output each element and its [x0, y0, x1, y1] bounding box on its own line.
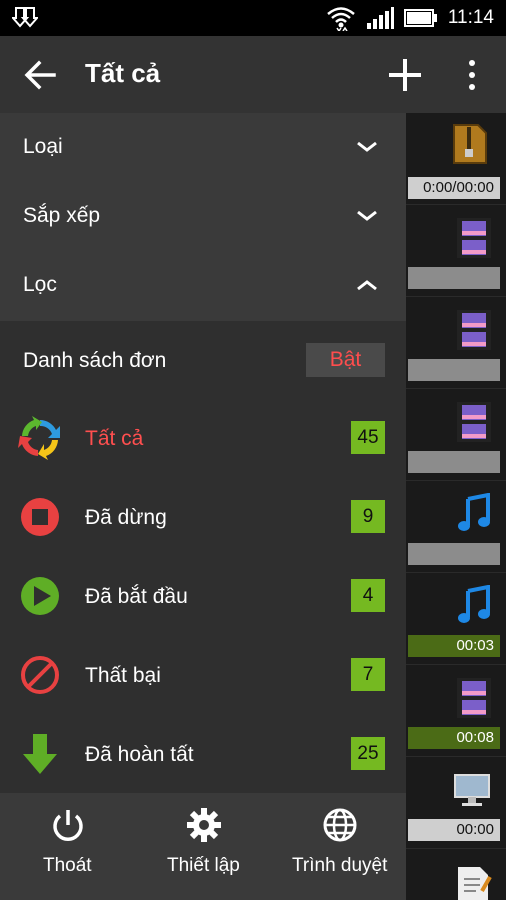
exit-label: Thoát [43, 855, 92, 876]
archive-file-icon [453, 124, 487, 164]
count-badge: 4 [351, 579, 385, 612]
list-item[interactable]: 00:03 [406, 573, 506, 665]
progress-bar [408, 543, 500, 565]
chevron-up-icon [357, 280, 377, 291]
section-label: Sắp xếp [23, 204, 101, 227]
monitor-icon [454, 774, 490, 806]
drawer-bottom-bar: Thoát Thiết lập Trình duyệt [0, 793, 406, 900]
chevron-down-icon [357, 141, 377, 152]
list-item[interactable]: 00:08 [406, 665, 506, 757]
more-vert-icon[interactable] [462, 58, 482, 92]
filter-item-failed[interactable]: Thất bại 7 [0, 636, 406, 715]
failed-icon [21, 656, 59, 694]
count-badge: 25 [351, 737, 385, 770]
video-file-icon [457, 402, 491, 442]
signal-icon [366, 7, 394, 29]
filter-item-completed[interactable]: Đã hoàn tất 25 [0, 715, 406, 794]
filter-label: Thất bại [85, 664, 161, 687]
filter-item-started[interactable]: Đã bắt đầu 4 [0, 557, 406, 636]
wifi-icon [327, 7, 355, 31]
list-item[interactable] [406, 481, 506, 573]
download-complete-icon [23, 734, 57, 774]
list-item[interactable] [406, 849, 506, 900]
filter-panel: Danh sách đơn Bật Tất cả 45 Đã dừng 9 Đã… [0, 321, 406, 793]
progress-bar [408, 451, 500, 473]
single-list-toggle[interactable]: Bật [306, 343, 385, 377]
list-item[interactable] [406, 205, 506, 297]
list-item[interactable]: 0:00/00:00 [406, 113, 506, 205]
filter-item-stopped[interactable]: Đã dừng 9 [0, 478, 406, 557]
browser-button[interactable]: Trình duyệt [272, 793, 406, 900]
globe-icon [323, 808, 357, 842]
progress-bar [408, 267, 500, 289]
video-file-icon [457, 310, 491, 350]
navigation-drawer: Loại Sắp xếp Lọc Danh sách đơn Bật Tất c… [0, 113, 406, 900]
list-item[interactable]: 00:00 [406, 757, 506, 849]
document-icon [458, 867, 492, 900]
section-type[interactable]: Loại [0, 113, 406, 182]
page-title: Tất cả [85, 58, 161, 88]
single-list-label: Danh sách đơn [23, 349, 167, 372]
count-badge: 45 [351, 421, 385, 454]
browser-label: Trình duyệt [292, 855, 388, 876]
progress-bar: 00:08 [408, 727, 500, 749]
music-file-icon [458, 585, 490, 623]
video-file-icon [457, 218, 491, 258]
battery-icon [403, 9, 437, 27]
settings-label: Thiết lập [167, 855, 240, 876]
filter-label: Tất cả [85, 427, 144, 450]
stop-icon [21, 498, 59, 536]
filter-label: Đã dừng [85, 506, 167, 529]
progress-bar: 00:03 [408, 635, 500, 657]
chevron-down-icon [357, 210, 377, 221]
settings-button[interactable]: Thiết lập [136, 793, 272, 900]
all-cycle-icon [18, 416, 60, 460]
filter-item-all[interactable]: Tất cả 45 [0, 399, 406, 478]
plus-icon[interactable] [386, 56, 424, 94]
gear-icon [187, 808, 221, 842]
progress-bar: 00:00 [408, 819, 500, 841]
video-file-icon [457, 678, 491, 718]
download-list: 0:00/00:00 00:03 00:08 00:00 [406, 113, 506, 900]
section-filter[interactable]: Lọc [0, 251, 406, 320]
section-label: Loại [23, 135, 63, 158]
play-icon [21, 577, 59, 615]
count-badge: 9 [351, 500, 385, 533]
list-item[interactable] [406, 297, 506, 389]
action-bar: Tất cả [0, 36, 506, 113]
exit-button[interactable]: Thoát [0, 793, 136, 900]
progress-bar: 0:00/00:00 [408, 177, 500, 199]
list-item[interactable] [406, 389, 506, 481]
section-sort[interactable]: Sắp xếp [0, 182, 406, 251]
status-bar: 11:14 [0, 0, 506, 36]
progress-bar [408, 359, 500, 381]
power-icon [53, 810, 83, 841]
music-file-icon [458, 493, 490, 531]
arrow-back-icon[interactable] [20, 56, 60, 94]
download-icon [12, 7, 38, 28]
section-label: Lọc [23, 273, 57, 296]
count-badge: 7 [351, 658, 385, 691]
clock: 11:14 [447, 7, 494, 28]
filter-label: Đã bắt đầu [85, 585, 188, 608]
filter-label: Đã hoàn tất [85, 743, 194, 766]
